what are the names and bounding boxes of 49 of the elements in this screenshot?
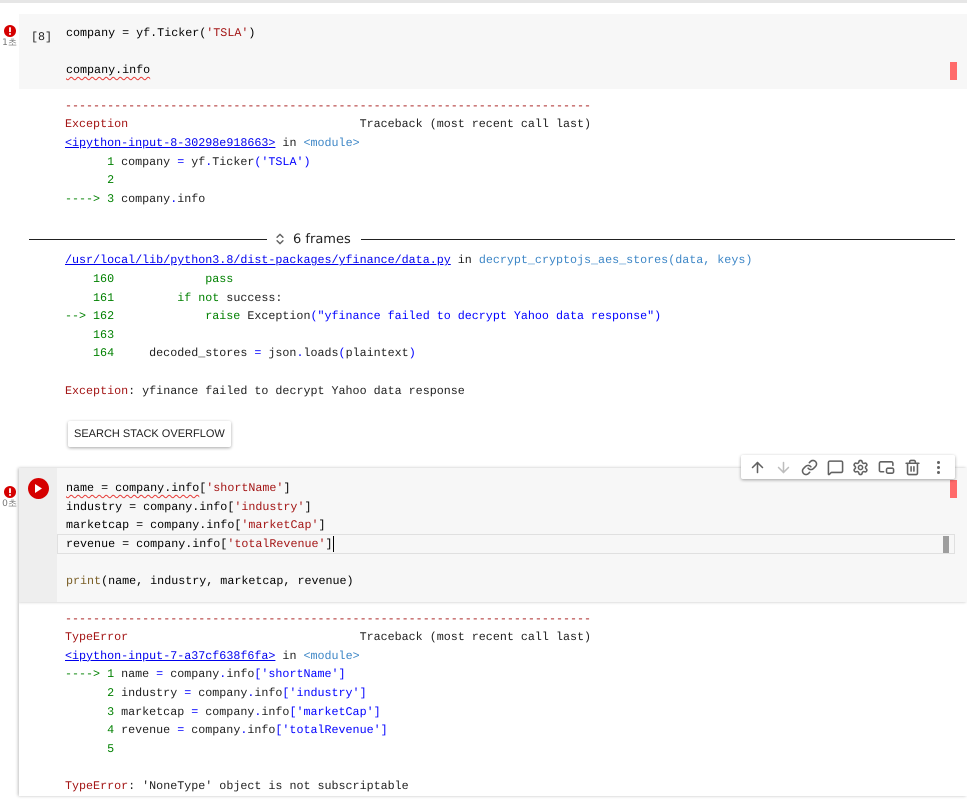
traceback-line: 2 industry = company.info['industry'] [106, 685, 367, 702]
traceback-line: 4 revenue = company.info['totalRevenue'] [106, 722, 388, 740]
run-button[interactable] [28, 478, 49, 500]
traceback-note: Traceback (most recent call last) [360, 629, 592, 646]
error-name: TypeError [65, 629, 128, 646]
comment-icon[interactable] [826, 458, 844, 476]
traceback-line: 2 [106, 172, 116, 190]
link-icon[interactable] [800, 458, 818, 476]
traceback-rule: --------------------------------------------------------------------------- [65, 98, 592, 115]
traceback-line: 5 [106, 740, 116, 758]
traceback-line: ----> 1 name = company.info['shortName'] [65, 666, 346, 684]
code-line: name = company.info['shortName'] [65, 480, 292, 498]
traceback-line: 164 decoded_stores = json.loads(plaintext) [92, 345, 416, 362]
trash-icon[interactable] [904, 458, 921, 476]
code-line: company = yf.Ticker('TSLA') [65, 25, 256, 42]
execution-count: [8] [31, 30, 52, 44]
error-marker [950, 62, 957, 80]
traceback-line: 163 [92, 326, 116, 344]
traceback-line: --> 162 raise Exception("yfinance failed to decrypt Yahoo data response") [65, 308, 662, 326]
run-time: 0초 [2, 498, 17, 510]
error-marker [950, 480, 957, 498]
error-name: Exception [65, 116, 128, 134]
code-line: marketcap = company.info['marketCap'] [65, 517, 327, 534]
traceback-line: 1 company = yf.Ticker('TSLA') [106, 154, 310, 171]
text-cursor [332, 536, 334, 552]
traceback-line: 3 marketcap = company.info['marketCap'] [106, 704, 381, 721]
traceback-line: TypeError: 'NoneType' object is not subscriptable [65, 778, 409, 795]
play-icon [35, 484, 42, 494]
traceback-line: <ipython-input-8-30298e918663> in <module> [65, 134, 360, 152]
code-line: print(name, industry, marketcap, revenue) [65, 573, 355, 590]
file-link[interactable]: <ipython-input-7-a37cf638f6fa> [65, 648, 276, 663]
traceback-line: Exception: yfinance failed to decrypt Yahoo data response [65, 382, 465, 400]
file-link[interactable]: <ipython-input-8-30298e918663> [65, 136, 276, 150]
traceback-note: Traceback (most recent call last) [360, 116, 592, 134]
settings-icon[interactable] [852, 458, 870, 476]
file-link[interactable]: /usr/local/lib/python3.8/dist-packages/yfinance/data.py [65, 253, 451, 268]
traceback-line: <ipython-input-7-a37cf638f6fa> in <module> [65, 648, 360, 665]
search-stack-overflow-button[interactable]: SEARCH STACK OVERFLOW [68, 421, 231, 448]
traceback-line: 161 if not success: [92, 290, 282, 307]
code-line: company.info [65, 62, 152, 80]
traceback-rule: --------------------------------------------------------------------------- [65, 610, 592, 628]
scrollbar-thumb [943, 536, 949, 553]
frames-toggle[interactable]: 6 frames [293, 230, 351, 250]
traceback-line: ----> 3 company.info [65, 190, 206, 208]
traceback-line: /usr/local/lib/python3.8/dist-packages/yfinance/data.py in decrypt_cryptojs_aes_stores(data, keys) [65, 252, 752, 270]
code-line: industry = company.info['industry'] [65, 498, 312, 516]
traceback-line: 160 pass [92, 270, 234, 288]
mirror-icon[interactable] [878, 458, 896, 476]
run-time: 1초 [2, 37, 17, 49]
